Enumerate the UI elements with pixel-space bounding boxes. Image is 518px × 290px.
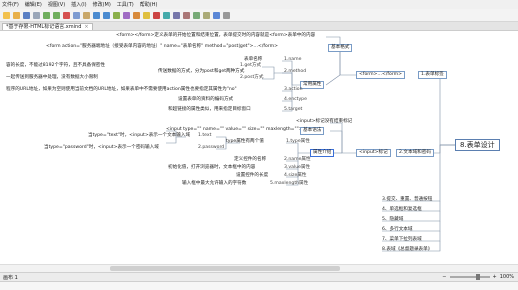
label-icon[interactable] — [153, 11, 160, 19]
tab-bar: *基于存限-HTML标记语言.xmind × — [0, 22, 518, 30]
undo-icon[interactable] — [43, 11, 50, 19]
horizontal-scrollbar[interactable] — [0, 264, 518, 272]
menu-help[interactable]: 帮助(H) — [140, 1, 158, 8]
topic-type-text-desc[interactable]: 当type="text"时，<input>表示一个文本输入域 — [88, 133, 190, 139]
topic-enctype[interactable]: 4.enctype — [284, 97, 307, 103]
subtopic-icon[interactable] — [103, 11, 110, 19]
topic-form-tag[interactable]: 1.表单标签 — [418, 71, 447, 79]
topic-action[interactable]: 3.action — [284, 87, 303, 93]
topic-text-password[interactable]: 2.文本域和密码 — [396, 149, 434, 157]
zoom-out-icon[interactable]: − — [442, 274, 446, 280]
topic-i-value-desc[interactable]: 初始化值，打开浏览器时，文本框中的内容 — [168, 165, 255, 171]
new-file-icon[interactable] — [3, 11, 10, 19]
image-icon[interactable] — [183, 11, 190, 19]
menu-edit[interactable]: 编辑(E) — [25, 1, 42, 8]
boundary-icon[interactable] — [123, 11, 130, 19]
topic-get[interactable]: 1.get方式 — [240, 63, 261, 69]
status-bar: 画布 1 − + 100% — [0, 272, 518, 281]
zoom-slider[interactable] — [449, 274, 490, 280]
marker-icon[interactable] — [143, 11, 150, 19]
topic-form-desc[interactable]: <form></form>定义表单的开始位置和结束位置，表单提交时的内容就是<f… — [116, 33, 315, 39]
redo-icon[interactable] — [53, 11, 60, 19]
zoom-icon[interactable] — [223, 11, 230, 19]
topic-type-pass[interactable]: 2.password — [198, 145, 224, 151]
document-tab[interactable]: *基于存限-HTML标记语言.xmind × — [2, 23, 93, 30]
open-folder-icon[interactable] — [13, 11, 20, 19]
zoom-level: 100% — [499, 274, 514, 280]
cut-icon[interactable] — [63, 11, 70, 19]
menu-tools[interactable]: 工具(T) — [117, 1, 134, 8]
topic-get-desc[interactable]: 容的长度，不能过8192个字符，且不具备保密性 — [6, 63, 105, 69]
topic-type-text[interactable]: 1.text — [198, 133, 211, 139]
menu-bar: 文件(F) 编辑(E) 视图(V) 插入(I) 修改(M) 工具(T) 帮助(H… — [0, 0, 518, 9]
topic-post[interactable]: 2.post方式 — [240, 75, 264, 81]
topic-icon[interactable] — [93, 11, 100, 19]
topic-i-name-desc[interactable]: 定义控件的名称 — [234, 157, 266, 163]
mind-map-canvas[interactable]: 8.表单设计 1.表单标签 <form>…</form> <form></for… — [0, 30, 518, 264]
summary-icon[interactable] — [133, 11, 140, 19]
topic-basic-format[interactable]: 基本格式 — [328, 44, 353, 52]
presentation-icon[interactable] — [213, 11, 220, 19]
toolbar — [0, 9, 518, 22]
paste-icon[interactable] — [83, 11, 90, 19]
note-icon[interactable] — [163, 11, 170, 19]
topic-select-list[interactable]: 7、菜单下拉列表域 — [382, 237, 422, 243]
topic-radio-checkbox[interactable]: 4、单选框和复选框 — [382, 207, 422, 213]
topic-i-max-desc[interactable]: 输入框中最大允许输入的字符数 — [182, 181, 246, 187]
topic-common-attrs[interactable]: 常用属性 — [300, 81, 325, 89]
topic-i-value[interactable]: 3.value属性 — [284, 165, 310, 171]
topic-i-name[interactable]: 2.name属性 — [284, 157, 311, 163]
filter-icon[interactable] — [203, 11, 210, 19]
topic-target-desc[interactable]: 和超链接的属性类似，用来指定目标窗口 — [168, 107, 251, 113]
topic-i-max[interactable]: 5.maxlength属性 — [270, 181, 308, 187]
zoom-control: − + 100% — [442, 274, 514, 280]
link-icon[interactable] — [173, 11, 180, 19]
topic-enctype-desc[interactable]: 设置表单的资料的编码方式 — [178, 97, 233, 103]
menu-file[interactable]: 文件(F) — [2, 1, 19, 8]
menu-view[interactable]: 视图(V) — [48, 1, 65, 8]
taskbar — [0, 281, 518, 290]
copy-icon[interactable] — [73, 11, 80, 19]
topic-target[interactable]: 5.target — [284, 107, 302, 113]
topic-hidden-field[interactable]: 5、隐藏域 — [382, 217, 403, 223]
topic-buttons[interactable]: 3.提交、重置、普通按钮 — [382, 197, 432, 203]
topic-action-desc[interactable]: 程序的URL地址，如果为空则使用当前文档的URL地址，如果表单中不需要使用act… — [6, 87, 237, 93]
attachment-icon[interactable] — [193, 11, 200, 19]
topic-name-attr[interactable]: 1.name — [284, 57, 301, 63]
save-icon[interactable] — [23, 11, 30, 19]
topic-form-syntax-code[interactable]: <form action="服务器端地址（接受表单内容的地址）" name="表… — [46, 44, 278, 50]
topic-attr-intro[interactable]: 属性介绍 — [310, 149, 335, 157]
topic-method-attr[interactable]: 2.method — [284, 69, 306, 75]
topic-type-pass-desc[interactable]: 当type="password"时，<input>表示一个密码输入域 — [44, 145, 159, 151]
topic-i-size-desc[interactable]: 设置控件的长度 — [236, 173, 268, 179]
topic-input-syntax[interactable]: 基本语法 — [300, 127, 325, 135]
zoom-knob[interactable] — [475, 274, 480, 280]
zoom-in-icon[interactable]: + — [493, 274, 497, 280]
topic-input-no-end[interactable]: <input>标记没有结束标记 — [296, 119, 352, 125]
print-icon[interactable] — [33, 11, 40, 19]
sheet-tab[interactable]: 画布 1 — [3, 274, 18, 281]
topic-input-tag[interactable]: <input>标记 — [356, 149, 391, 157]
topic-type-attr[interactable]: 1.type属性 — [286, 139, 310, 145]
topic-i-size[interactable]: 4.size属性 — [284, 173, 306, 179]
topic-post-desc[interactable]: 一起传送到服务器中处理，没有数据大小限制 — [6, 75, 98, 81]
root-topic[interactable]: 8.表单设计 — [455, 139, 500, 151]
topic-form-element[interactable]: <form>…</form> — [356, 71, 405, 79]
topic-textarea[interactable]: 6、多行文本域 — [382, 227, 413, 233]
relationship-icon[interactable] — [113, 11, 120, 19]
topic-method-desc[interactable]: 传送数据的方式，分为post和get两种方式 — [158, 69, 244, 75]
menu-modify[interactable]: 修改(M) — [93, 1, 111, 8]
topic-type-group[interactable]: type属性有两个值 — [226, 139, 264, 145]
menu-insert[interactable]: 插入(I) — [71, 1, 86, 8]
topic-form-example[interactable]: 8.表域《总督题录表单》 — [382, 247, 432, 253]
scrollbar-thumb[interactable] — [110, 266, 340, 271]
